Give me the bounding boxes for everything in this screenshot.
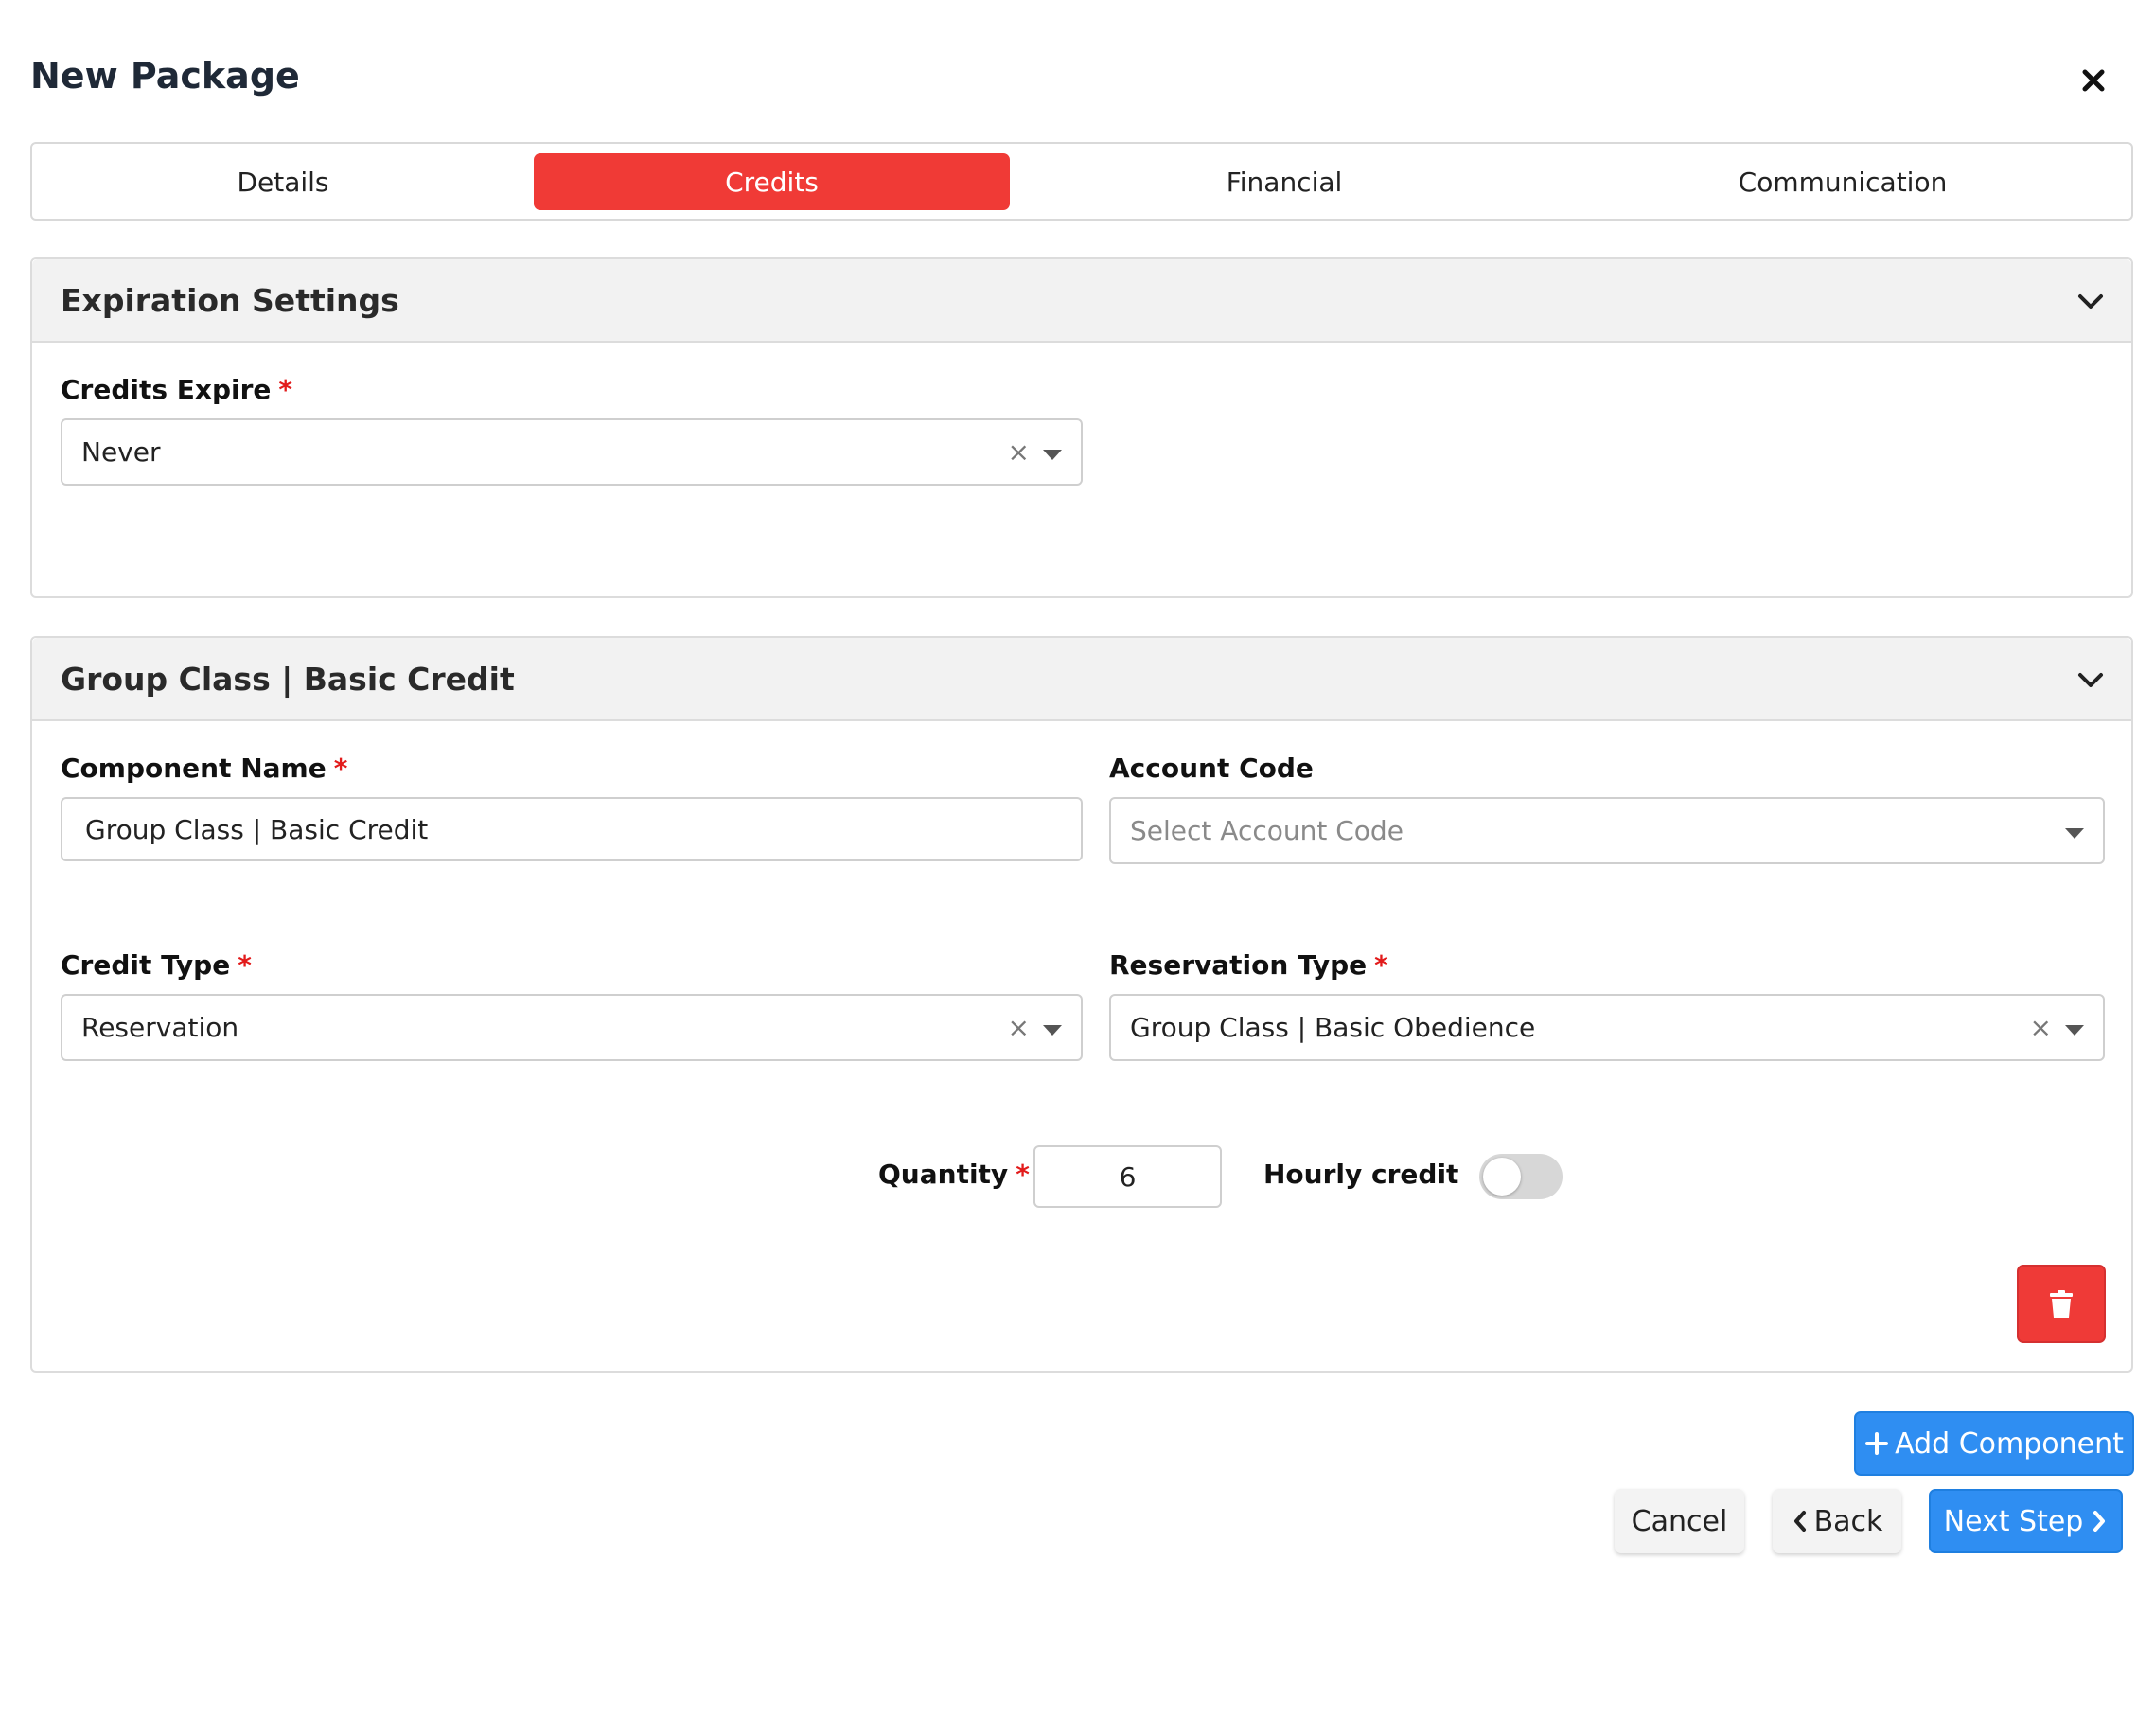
chevron-down-icon[interactable] bbox=[2075, 286, 2107, 318]
new-package-modal: New Package Details Credits Financial Co… bbox=[0, 0, 2137, 1736]
caret-down-icon bbox=[1043, 1025, 1062, 1036]
component-name-label: Component Name * bbox=[61, 753, 348, 784]
back-label: Back bbox=[1813, 1504, 1883, 1538]
next-step-label: Next Step bbox=[1943, 1504, 2084, 1538]
quantity-label: Quantity * bbox=[878, 1159, 1030, 1190]
credit-type-value: Reservation bbox=[81, 1012, 239, 1043]
required-marker: * bbox=[333, 753, 348, 784]
account-code-select[interactable]: Select Account Code bbox=[1109, 797, 2105, 864]
credits-expire-value: Never bbox=[81, 436, 161, 468]
tab-financial[interactable]: Financial bbox=[1019, 153, 1549, 210]
chevron-left-icon bbox=[1793, 1511, 1806, 1532]
toggle-knob bbox=[1483, 1158, 1521, 1196]
required-marker: * bbox=[278, 374, 293, 405]
delete-component-button[interactable] bbox=[2017, 1265, 2106, 1343]
modal-title: New Package bbox=[30, 55, 300, 97]
tab-credits[interactable]: Credits bbox=[534, 153, 1010, 210]
reservation-type-value: Group Class | Basic Obedience bbox=[1130, 1012, 1536, 1043]
required-marker: * bbox=[1374, 949, 1388, 981]
plus-icon bbox=[1865, 1432, 1889, 1455]
clear-icon[interactable]: × bbox=[1008, 1013, 1030, 1043]
back-button[interactable]: Back bbox=[1773, 1489, 1901, 1553]
component-header[interactable]: Group Class | Basic Credit bbox=[32, 638, 2131, 721]
caret-down-icon bbox=[2065, 1025, 2084, 1036]
credits-expire-select[interactable]: Never × bbox=[61, 418, 1083, 486]
chevron-right-icon bbox=[2093, 1511, 2106, 1532]
cancel-button[interactable]: Cancel bbox=[1615, 1489, 1744, 1553]
next-step-button[interactable]: Next Step bbox=[1929, 1489, 2123, 1553]
account-code-label: Account Code bbox=[1109, 753, 1314, 784]
clear-icon[interactable]: × bbox=[2030, 1013, 2052, 1043]
credit-type-label: Credit Type * bbox=[61, 949, 252, 981]
required-marker: * bbox=[238, 949, 252, 981]
panel-title: Group Class | Basic Credit bbox=[61, 661, 515, 698]
required-marker: * bbox=[1016, 1159, 1030, 1190]
reservation-type-label: Reservation Type * bbox=[1109, 949, 1388, 981]
close-icon[interactable] bbox=[2077, 64, 2110, 97]
tab-details[interactable]: Details bbox=[42, 153, 524, 210]
component-name-input[interactable]: Group Class | Basic Credit bbox=[61, 797, 1083, 861]
caret-down-icon bbox=[2065, 828, 2084, 839]
tab-communication[interactable]: Communication bbox=[1559, 153, 2127, 210]
account-code-placeholder: Select Account Code bbox=[1130, 815, 1404, 846]
reservation-type-select[interactable]: Group Class | Basic Obedience × bbox=[1109, 994, 2105, 1061]
tab-bar: Details Credits Financial Communication bbox=[30, 142, 2133, 221]
credit-type-select[interactable]: Reservation × bbox=[61, 994, 1083, 1061]
credits-expire-label: Credits Expire * bbox=[61, 374, 293, 405]
add-component-button[interactable]: Add Component bbox=[1854, 1411, 2134, 1476]
trash-icon bbox=[2050, 1289, 2073, 1318]
chevron-down-icon[interactable] bbox=[2075, 664, 2107, 697]
hourly-credit-toggle[interactable] bbox=[1479, 1154, 1563, 1199]
clear-icon[interactable]: × bbox=[1008, 437, 1030, 468]
quantity-input[interactable]: 6 bbox=[1033, 1145, 1222, 1208]
add-component-label: Add Component bbox=[1895, 1426, 2124, 1461]
caret-down-icon bbox=[1043, 450, 1062, 460]
panel-title: Expiration Settings bbox=[61, 282, 399, 319]
expiration-settings-header[interactable]: Expiration Settings bbox=[32, 259, 2131, 343]
hourly-credit-label: Hourly credit bbox=[1263, 1159, 1459, 1190]
